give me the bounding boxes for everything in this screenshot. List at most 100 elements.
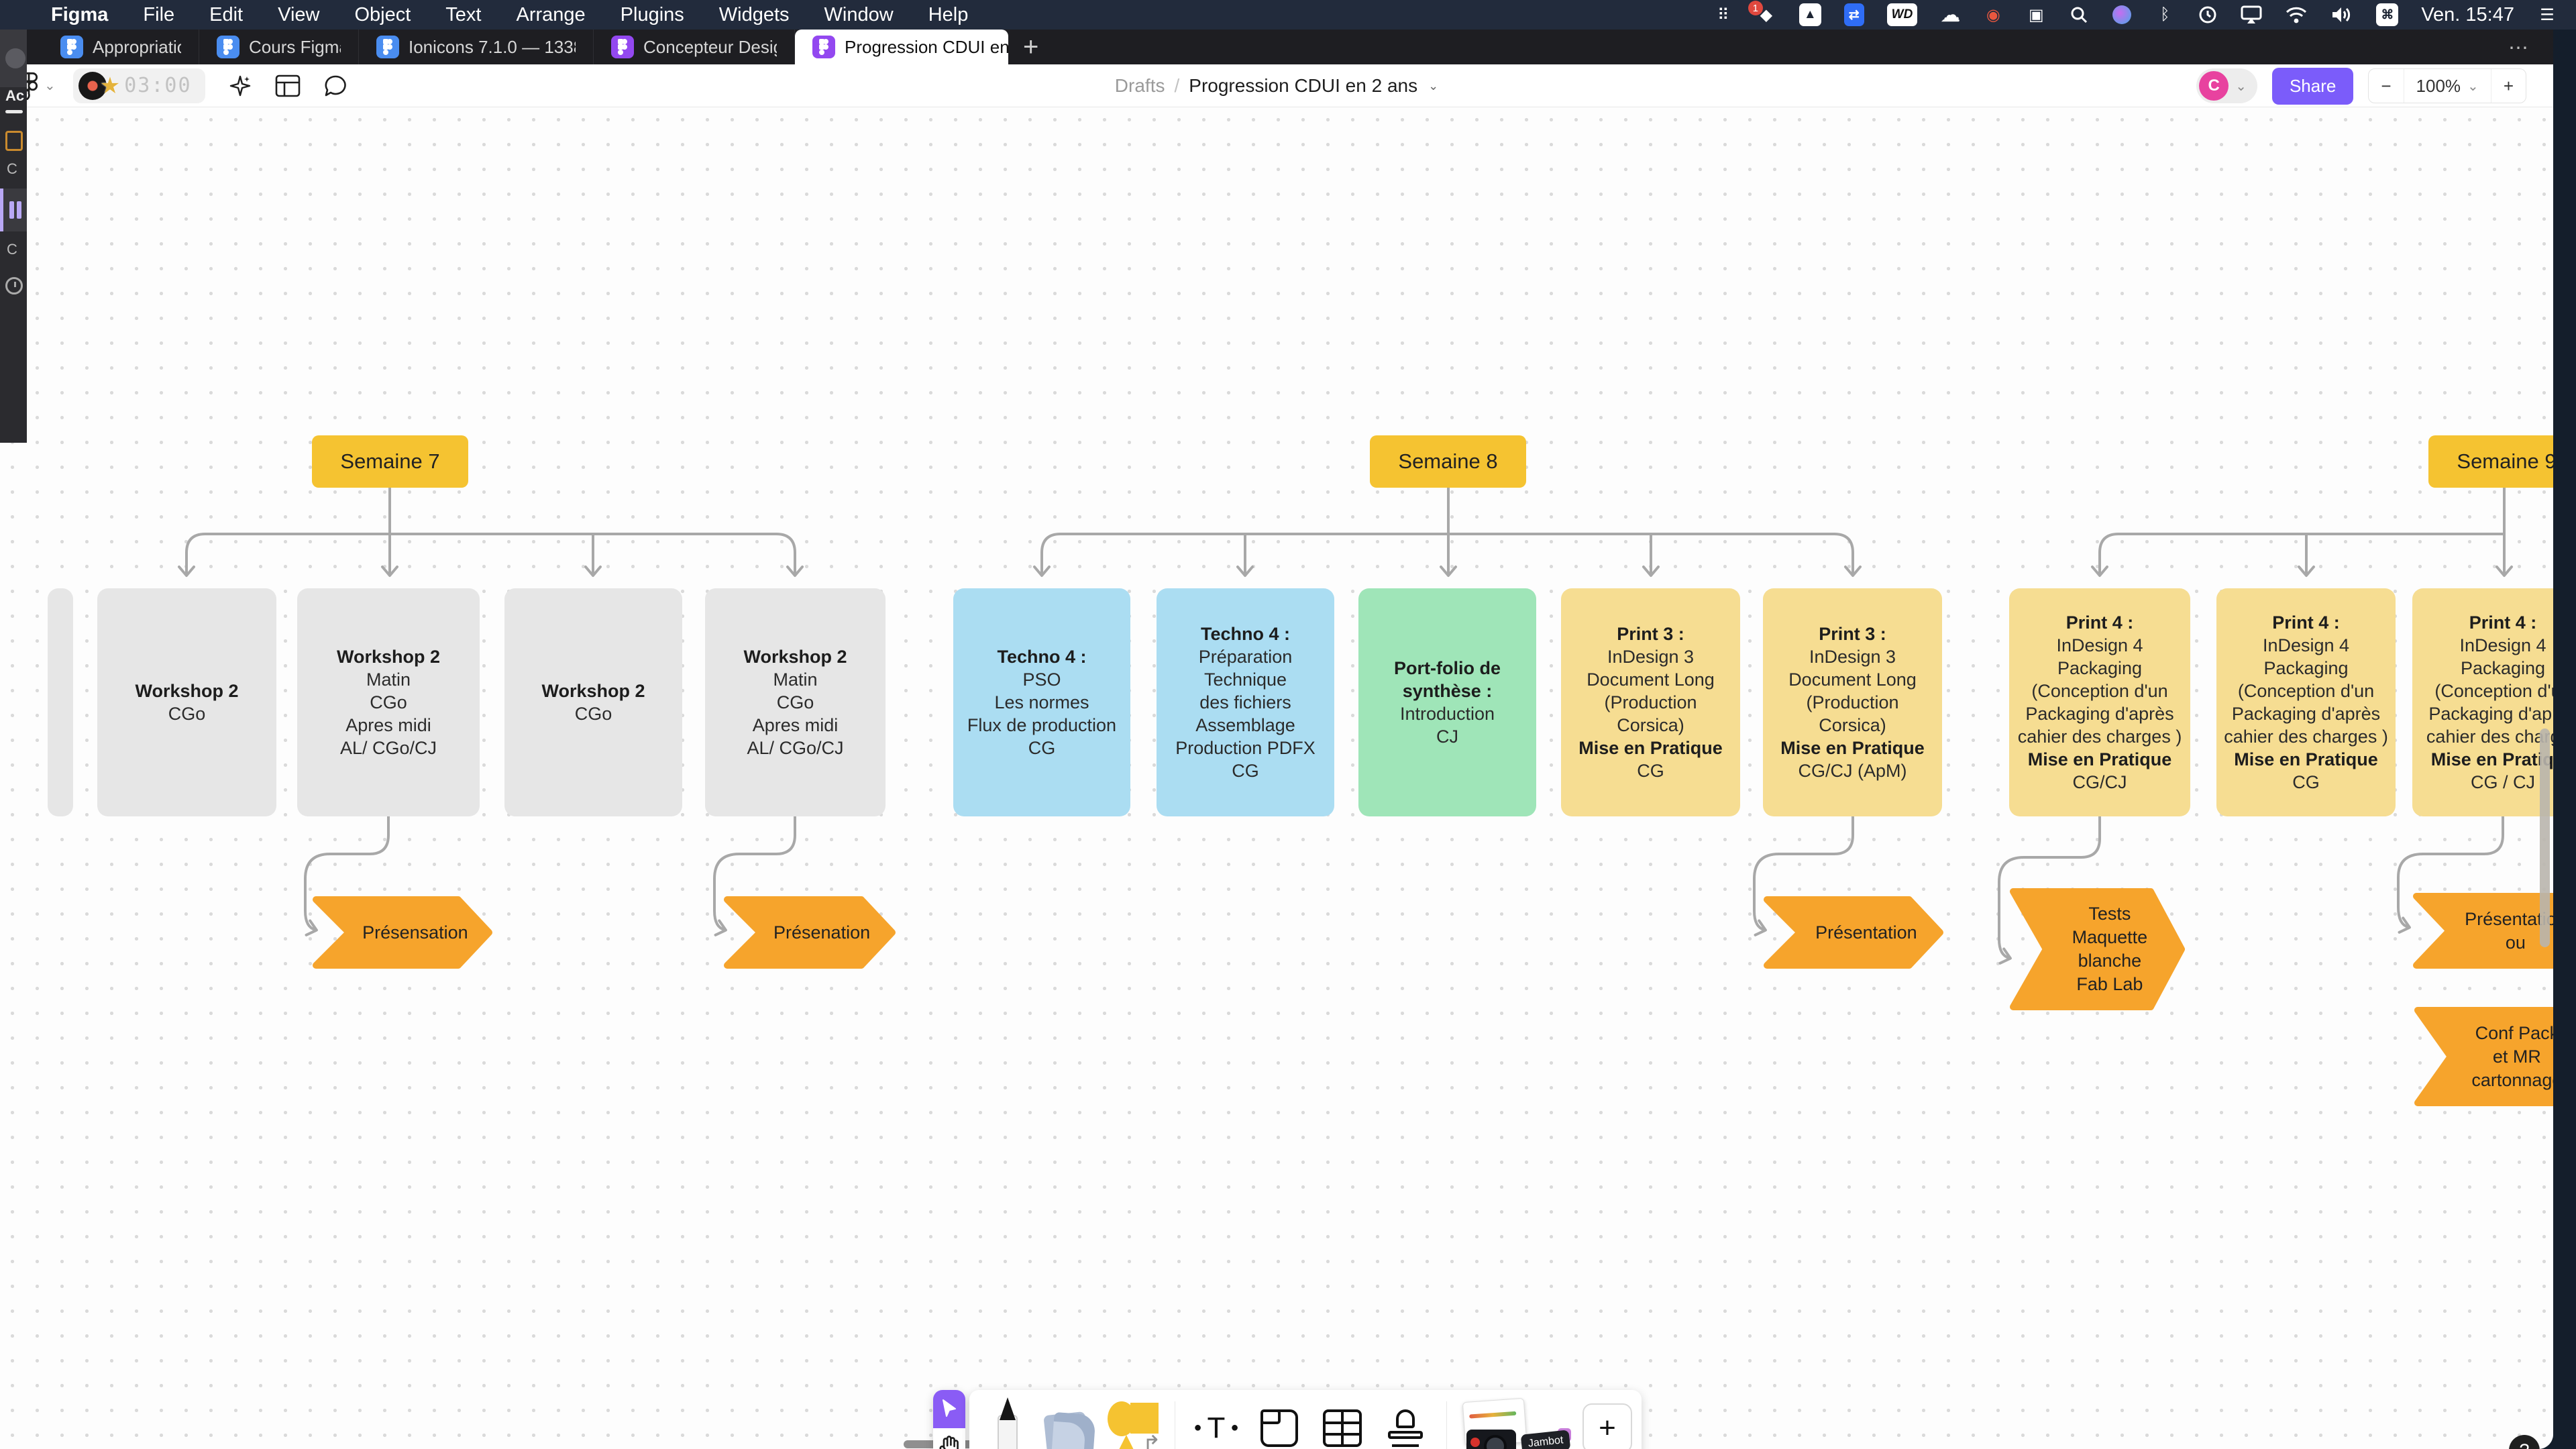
arrow-shape-4[interactable]: Présentationou: [2412, 892, 2553, 969]
avatar: C: [2199, 71, 2229, 101]
flow-node-5[interactable]: Techno 4 :PSOLes normesFlux de productio…: [953, 588, 1130, 816]
flow-node-10[interactable]: Print 4 :InDesign 4Packaging(Conception …: [2009, 588, 2190, 816]
teamviewer-icon[interactable]: ⇄: [1844, 3, 1864, 26]
layout-template-icon[interactable]: [275, 74, 301, 97]
menu-plugins[interactable]: Plugins: [621, 4, 684, 26]
tab-ionicons-7-1-0-1338-icons-pa[interactable]: Ionicons 7.1.0 — 1338 icons pack (C: [359, 30, 594, 64]
node-line: Port-folio de: [1394, 657, 1501, 680]
flow-node-2[interactable]: Workshop 2MatinCGoApres midiAL/ CGo/CJ: [297, 588, 480, 816]
sticky-note-tool[interactable]: [1042, 1397, 1099, 1449]
tab-label: Appropriation: [93, 37, 181, 58]
vertical-scrollbar[interactable]: [2540, 729, 2550, 947]
menu-bar-clock[interactable]: Ven. 15:47: [2421, 4, 2514, 26]
week-label-8[interactable]: Semaine 8: [1370, 435, 1526, 488]
flow-node-12[interactable]: Print 4 :InDesign 4Packaging(Conception …: [2412, 588, 2553, 816]
flow-node-9[interactable]: Print 3 :InDesign 3Document Long(Product…: [1763, 588, 1942, 816]
select-tool[interactable]: [933, 1390, 965, 1428]
week-label-9[interactable]: Semaine 9: [2428, 435, 2553, 488]
file-tab-bar: ⌂ AppropriationCours Figma 2023Ionicons …: [0, 30, 2553, 64]
tab-active-progression-cdui[interactable]: Progression CDUI en 2 ans✕: [795, 30, 1008, 64]
comment-icon[interactable]: [323, 74, 347, 98]
templates-tool[interactable]: Jambot: [1459, 1397, 1573, 1449]
node-line: Print 3 :: [1617, 623, 1684, 645]
menu-object[interactable]: Object: [354, 4, 411, 26]
tab-label: Concepteur Designer UI: [643, 37, 777, 58]
hand-tool[interactable]: [933, 1428, 965, 1449]
menu-arrange[interactable]: Arrange: [516, 4, 585, 26]
record-icon[interactable]: ◉: [1983, 3, 2003, 26]
menu-figma[interactable]: Figma: [51, 4, 108, 26]
node-line: cahier des charges: [2426, 725, 2553, 748]
menu-window[interactable]: Window: [824, 4, 894, 26]
table-tool[interactable]: [1313, 1397, 1371, 1449]
wd-icon[interactable]: WD: [1887, 3, 1918, 26]
tab-overflow-menu[interactable]: ⋯: [2508, 36, 2530, 60]
volume-icon[interactable]: [2330, 3, 2353, 26]
menu-lines-icon[interactable]: ☰: [2537, 3, 2557, 26]
account-menu[interactable]: C ⌄: [2196, 68, 2257, 103]
hand-icon: [937, 1434, 961, 1449]
share-button[interactable]: Share: [2272, 68, 2353, 105]
figjam-canvas[interactable]: Semaine 7 Semaine 8 Semaine 9 Workshop 2CG…: [0, 107, 2553, 1449]
shape-tool[interactable]: ↱: [1105, 1397, 1163, 1449]
search-icon[interactable]: [2069, 3, 2089, 26]
node-line: Flux de production: [967, 714, 1116, 737]
menu-view[interactable]: View: [278, 4, 319, 26]
stamp-tool[interactable]: [1377, 1397, 1434, 1449]
flow-node-4[interactable]: Workshop 2MatinCGoApres midiAL/ CGo/CJ: [705, 588, 885, 816]
onedrive-cloud-icon[interactable]: ☁: [1940, 3, 1960, 26]
arrow-shape-0[interactable]: Présensation: [312, 896, 493, 969]
wifi-icon[interactable]: [2285, 3, 2308, 26]
node-line: InDesign 3: [1607, 645, 1694, 668]
menu-widgets[interactable]: Widgets: [719, 4, 790, 26]
marker-tool[interactable]: [979, 1397, 1036, 1449]
arrow-shape-5[interactable]: Conf Packet MRcartonnage: [2414, 1006, 2553, 1107]
more-tools-button[interactable]: +: [1582, 1403, 1632, 1449]
camera-icon[interactable]: ▣: [2026, 3, 2046, 26]
node-line: InDesign 3: [1809, 645, 1896, 668]
menu-file[interactable]: File: [143, 4, 174, 26]
text-tool[interactable]: ●T●: [1187, 1397, 1245, 1449]
menu-text[interactable]: Text: [445, 4, 481, 26]
file-menu-chevron-icon[interactable]: ⌄: [1428, 79, 1438, 93]
siri-icon[interactable]: [2112, 3, 2132, 26]
drop-icon[interactable]: ▲: [1799, 3, 1821, 26]
tab-cours-figma-2023[interactable]: Cours Figma 2023: [199, 30, 359, 64]
flow-node-6[interactable]: Techno 4 :PréparationTechniquedes fichie…: [1157, 588, 1334, 816]
flow-node-0[interactable]: [48, 588, 73, 816]
zoom-in-button[interactable]: +: [2491, 69, 2526, 103]
arrow-label-line: Présenation: [773, 921, 870, 945]
ai-sparkle-icon[interactable]: [228, 74, 252, 98]
arrow-shape-2[interactable]: Présentation: [1763, 896, 1944, 969]
week-label-7[interactable]: Semaine 7: [312, 435, 468, 488]
breadcrumb-folder[interactable]: Drafts: [1115, 75, 1165, 97]
tab-label: Progression CDUI en 2 ans: [845, 37, 1008, 58]
node-line: CGo: [777, 691, 814, 714]
bluetooth-icon[interactable]: ᛒ: [2155, 3, 2175, 26]
dropbox-icon[interactable]: ◆1: [1756, 3, 1776, 26]
new-tab-button[interactable]: +: [1023, 30, 1038, 64]
keyboard-icon[interactable]: ⌘: [2376, 3, 2398, 26]
file-title[interactable]: Progression CDUI en 2 ans: [1189, 75, 1417, 97]
music-timer-widget[interactable]: ★ 03:00: [73, 68, 205, 103]
zoom-level-menu[interactable]: 100%⌄: [2404, 69, 2491, 103]
arrow-shape-1[interactable]: Présenation: [723, 896, 896, 969]
node-line: CG: [1028, 737, 1056, 759]
section-tool[interactable]: [1250, 1397, 1308, 1449]
flow-node-3[interactable]: Workshop 2CGo: [504, 588, 682, 816]
node-line: Mise en Pratique: [1578, 737, 1723, 759]
grip-icon[interactable]: ⠿: [1713, 3, 1733, 26]
zoom-out-button[interactable]: −: [2369, 69, 2403, 103]
flow-node-1[interactable]: Workshop 2CGo: [97, 588, 276, 816]
menu-help[interactable]: Help: [928, 4, 969, 26]
arrow-label-line: et MR: [2493, 1045, 2541, 1069]
airplay-icon[interactable]: [2241, 3, 2262, 26]
menu-edit[interactable]: Edit: [209, 4, 243, 26]
flow-node-8[interactable]: Print 3 :InDesign 3Document Long(Product…: [1561, 588, 1740, 816]
tab-concepteur-designer-ui[interactable]: Concepteur Designer UI: [594, 30, 795, 64]
tab-appropriation[interactable]: Appropriation: [43, 30, 199, 64]
flow-node-7[interactable]: Port-folio desynthèse :Introduction CJ: [1358, 588, 1536, 816]
time-machine-icon[interactable]: [2198, 3, 2218, 26]
flow-node-11[interactable]: Print 4 :InDesign 4Packaging(Conception …: [2216, 588, 2396, 816]
arrow-shape-3[interactable]: TestsMaquetteblancheFab Lab: [2009, 888, 2186, 1011]
